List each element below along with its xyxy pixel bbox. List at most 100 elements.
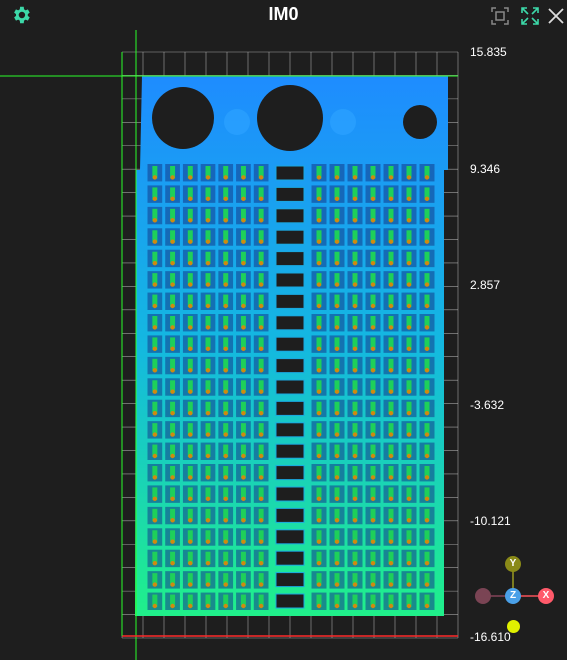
cell-pad xyxy=(188,196,193,202)
cell-pad xyxy=(170,539,175,544)
cell-pad xyxy=(223,260,228,266)
gizmo-neg-x-axis[interactable] xyxy=(475,588,491,604)
cell-pad xyxy=(316,282,322,287)
scale-tick-label: 9.346 xyxy=(470,162,501,176)
window-title: IM0 xyxy=(268,4,299,24)
cell-pad xyxy=(152,560,158,566)
cell-pad xyxy=(170,196,175,202)
cell-pad xyxy=(223,389,228,394)
gizmo-neg-y-axis[interactable] xyxy=(507,620,520,633)
cell-pad xyxy=(205,368,211,373)
fit-view-icon[interactable] xyxy=(490,6,510,26)
cell-pad xyxy=(205,432,211,437)
cell-pad xyxy=(370,175,376,180)
cell-pad xyxy=(188,175,193,180)
orientation-gizmo[interactable]: Y Z X xyxy=(470,552,560,642)
gizmo-z-axis[interactable]: Z xyxy=(505,588,521,604)
cell-pad xyxy=(241,582,246,587)
scale-tick-label: 2.857 xyxy=(470,278,501,292)
cell-pad xyxy=(223,432,228,437)
cell-pad xyxy=(352,496,358,502)
cell-pad xyxy=(170,410,175,416)
cell-pad xyxy=(352,389,358,394)
cell-pad xyxy=(205,453,211,459)
cell-pad xyxy=(406,260,412,266)
cell-pad xyxy=(258,260,264,266)
cell-pad xyxy=(188,518,193,523)
expand-icon[interactable] xyxy=(520,6,540,26)
cell-pad xyxy=(316,196,322,202)
cell-pad xyxy=(388,475,394,480)
cell-pad xyxy=(241,389,246,394)
cell-pad xyxy=(258,325,264,330)
cell-pad xyxy=(370,432,376,437)
cell-pad xyxy=(258,518,264,523)
cell-pad xyxy=(152,196,158,202)
cell-pad xyxy=(152,539,158,544)
cell-pad xyxy=(388,325,394,330)
cell-pad xyxy=(334,218,340,223)
cell-pad xyxy=(370,260,376,266)
cell-pad xyxy=(316,368,322,373)
cell-pad xyxy=(352,346,358,352)
fiducial-mark xyxy=(330,109,356,135)
cell-pad xyxy=(370,518,376,523)
cell-pad xyxy=(424,218,430,223)
cell-pad xyxy=(352,260,358,266)
cell-pad xyxy=(352,218,358,223)
cell-pad xyxy=(424,539,430,544)
cell-pad xyxy=(352,539,358,544)
cell-pad xyxy=(241,475,246,480)
cell-pad xyxy=(241,260,246,266)
cell-pad xyxy=(223,218,228,223)
cell-pad xyxy=(334,196,340,202)
cell-pad xyxy=(316,218,322,223)
cell-pad xyxy=(334,325,340,330)
cell-pad xyxy=(388,410,394,416)
cell-pad xyxy=(152,453,158,459)
cell-pad xyxy=(170,453,175,459)
cell-pad xyxy=(388,496,394,502)
cell-pad xyxy=(188,218,193,223)
cell-pad xyxy=(205,325,211,330)
cell-pad xyxy=(170,518,175,523)
cell-pad xyxy=(388,453,394,459)
cell-pad xyxy=(258,560,264,566)
cell-pad xyxy=(188,603,193,609)
cell-pad xyxy=(170,496,175,502)
cell-pad xyxy=(205,346,211,352)
cell-pad xyxy=(188,475,193,480)
cell-pad xyxy=(424,196,430,202)
ladder-slot xyxy=(275,379,305,395)
cell-pad xyxy=(424,346,430,352)
cell-pad xyxy=(334,410,340,416)
scale-tick-label: 15.835 xyxy=(470,45,507,59)
gizmo-y-axis[interactable]: Y xyxy=(505,556,521,572)
cell-pad xyxy=(241,175,246,180)
cell-pad xyxy=(406,432,412,437)
cell-pad xyxy=(316,475,322,480)
cell-pad xyxy=(205,560,211,566)
cell-pad xyxy=(152,218,158,223)
cell-pad xyxy=(316,303,322,309)
cell-pad xyxy=(316,260,322,266)
scale-tick-label: -3.632 xyxy=(470,398,505,412)
ladder-slot xyxy=(275,272,305,288)
cell-pad xyxy=(223,603,228,609)
cell-pad xyxy=(258,196,264,202)
cell-pad xyxy=(370,582,376,587)
cell-pad xyxy=(223,325,228,330)
cell-pad xyxy=(334,518,340,523)
cell-pad xyxy=(388,175,394,180)
close-icon[interactable] xyxy=(546,6,566,26)
gizmo-x-axis[interactable]: X xyxy=(538,588,554,604)
cell-pad xyxy=(334,175,340,180)
cell-pad xyxy=(188,282,193,287)
cell-pad xyxy=(316,432,322,437)
cell-pad xyxy=(241,453,246,459)
cell-pad xyxy=(152,389,158,394)
fiducial-mark xyxy=(224,109,250,135)
cell-pad xyxy=(352,475,358,480)
cell-pad xyxy=(406,239,412,244)
cell-pad xyxy=(205,603,211,609)
